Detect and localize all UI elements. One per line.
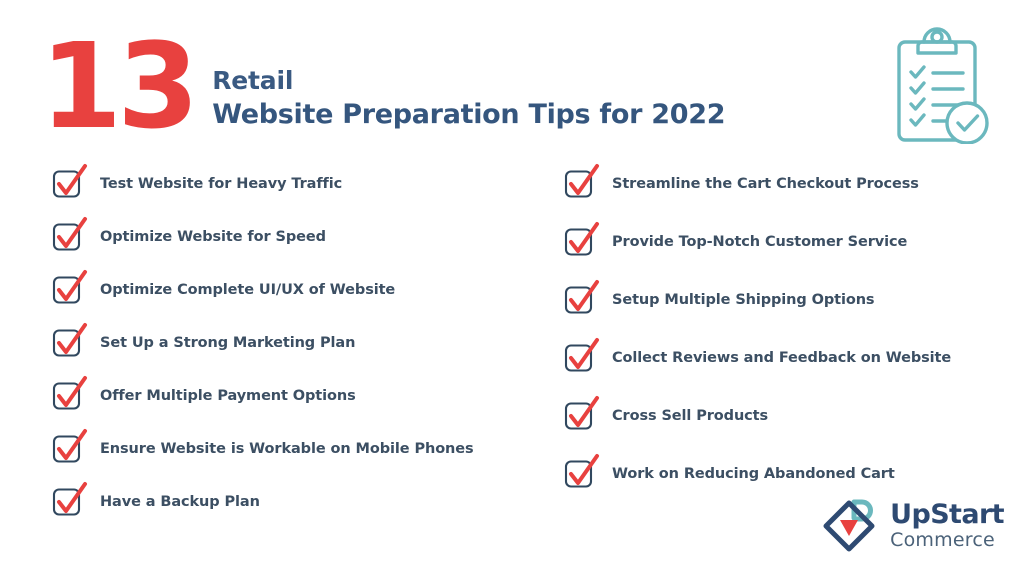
list-item[interactable]: Have a Backup Plan (52, 482, 532, 517)
checkbox-checked-icon[interactable] (564, 396, 599, 431)
logo-subtitle: Commerce (890, 528, 995, 551)
checklist-column-right: Streamline the Cart Checkout Process Pro… (564, 164, 1014, 516)
list-item-label: Test Website for Heavy Traffic (100, 175, 343, 192)
list-item[interactable]: Optimize Website for Speed (52, 217, 532, 252)
list-item[interactable]: Work on Reducing Abandoned Cart (564, 454, 1014, 489)
checkbox-checked-icon[interactable] (52, 482, 87, 517)
list-item[interactable]: Setup Multiple Shipping Options (564, 280, 1014, 315)
checkbox-checked-icon[interactable] (52, 323, 87, 358)
list-item[interactable]: Optimize Complete UI/UX of Website (52, 270, 532, 305)
checkbox-checked-icon[interactable] (564, 280, 599, 315)
list-item-label: Collect Reviews and Feedback on Website (612, 349, 952, 366)
list-item[interactable]: Ensure Website is Workable on Mobile Pho… (52, 429, 532, 464)
logo-mark-svg (823, 499, 875, 552)
checkbox-svg (52, 376, 87, 410)
checkbox-svg (52, 323, 87, 357)
checkbox-checked-icon[interactable] (52, 270, 87, 305)
checkbox-svg (564, 338, 599, 372)
list-item-label: Optimize Complete UI/UX of Website (100, 281, 396, 298)
list-item-label: Optimize Website for Speed (100, 228, 326, 245)
title-block: Retail Website Preparation Tips for 2022 (212, 32, 725, 131)
checkbox-svg (564, 164, 599, 198)
list-item[interactable]: Test Website for Heavy Traffic (52, 164, 532, 199)
list-item-label: Setup Multiple Shipping Options (612, 291, 875, 308)
upstart-diamond-bag-icon (816, 492, 882, 558)
list-item-label: Set Up a Strong Marketing Plan (100, 334, 356, 351)
list-item-label: Have a Backup Plan (100, 493, 260, 510)
checkbox-checked-icon[interactable] (52, 217, 87, 252)
page-title-line-2: Website Preparation Tips for 2022 (212, 98, 726, 130)
checkbox-svg (52, 482, 87, 516)
checkbox-svg (52, 164, 87, 198)
checklist-column-left: Test Website for Heavy Traffic Optimize … (52, 164, 532, 539)
checkbox-svg (564, 280, 599, 314)
header: 13 Retail Website Preparation Tips for 2… (40, 17, 725, 155)
list-item-label: Work on Reducing Abandoned Cart (612, 465, 895, 482)
checkbox-checked-icon[interactable] (52, 164, 87, 199)
tip-count-number: 13 (40, 17, 199, 155)
list-item-label: Offer Multiple Payment Options (100, 387, 356, 404)
list-item-label: Cross Sell Products (612, 407, 769, 424)
list-item-label: Provide Top-Notch Customer Service (612, 233, 908, 250)
checkbox-checked-icon[interactable] (564, 454, 599, 489)
checkbox-svg (52, 217, 87, 251)
list-item-label: Streamline the Cart Checkout Process (612, 175, 919, 192)
checkbox-checked-icon[interactable] (52, 429, 87, 464)
checkbox-svg (564, 454, 599, 488)
checkbox-svg (564, 222, 599, 256)
checkbox-checked-icon[interactable] (564, 338, 599, 373)
checkbox-checked-icon[interactable] (564, 164, 599, 199)
infographic-canvas: 13 Retail Website Preparation Tips for 2… (0, 0, 1024, 576)
list-item-label: Ensure Website is Workable on Mobile Pho… (100, 440, 474, 457)
clipboard-icon-svg (897, 27, 989, 145)
list-item[interactable]: Cross Sell Products (564, 396, 1014, 431)
checkbox-svg (564, 396, 599, 430)
list-item[interactable]: Set Up a Strong Marketing Plan (52, 323, 532, 358)
checkbox-svg (52, 429, 87, 463)
list-item[interactable]: Streamline the Cart Checkout Process (564, 164, 1014, 199)
clipboard-checklist-icon (890, 26, 990, 145)
checkbox-svg (52, 270, 87, 304)
list-item[interactable]: Collect Reviews and Feedback on Website (564, 338, 1014, 373)
logo-text-block: UpStart Commerce (890, 501, 1004, 550)
checkbox-checked-icon[interactable] (564, 222, 599, 257)
logo-name: UpStart (890, 498, 1004, 530)
checkbox-checked-icon[interactable] (52, 376, 87, 411)
upstart-commerce-logo[interactable]: UpStart Commerce (816, 492, 1005, 558)
page-title-line-1: Retail (212, 66, 294, 95)
list-item[interactable]: Offer Multiple Payment Options (52, 376, 532, 411)
list-item[interactable]: Provide Top-Notch Customer Service (564, 222, 1014, 257)
